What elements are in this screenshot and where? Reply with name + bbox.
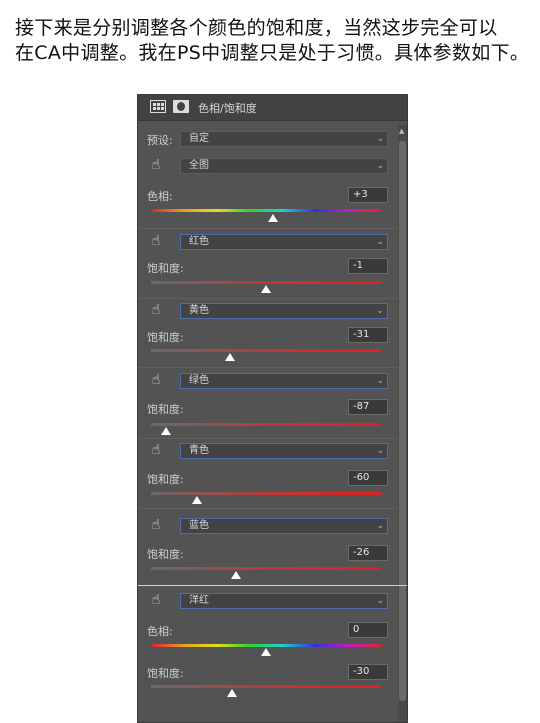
targeted-adjustment-hand-icon[interactable]: ☝ bbox=[147, 516, 165, 534]
targeted-adjustment-hand-icon[interactable]: ☝ bbox=[147, 441, 165, 459]
preset-label: 预设: bbox=[147, 134, 173, 147]
hue-saturation-panel: 色相/饱和度 ▲ 预设: 自定 ⌄ ☝ 全图 ⌄ 色相: +3 ☝ 红色 ⌄ 饱… bbox=[137, 94, 408, 723]
section-divider bbox=[138, 585, 407, 586]
channel-value: 黄色 bbox=[189, 305, 209, 316]
channel-dropdown-green[interactable]: 绿色 ⌄ bbox=[180, 373, 388, 389]
hue-slider-thumb[interactable] bbox=[267, 214, 278, 222]
targeted-adjustment-hand-icon[interactable]: ☝ bbox=[147, 156, 165, 174]
chevron-down-icon: ⌄ bbox=[376, 596, 384, 606]
section-divider bbox=[138, 228, 398, 229]
saturation-label: 饱和度: bbox=[147, 403, 184, 416]
saturation-slider-thumb[interactable] bbox=[192, 496, 202, 504]
saturation-value-input[interactable]: -31 bbox=[348, 327, 388, 343]
saturation-slider-track[interactable] bbox=[151, 423, 381, 426]
targeted-adjustment-hand-icon[interactable]: ☝ bbox=[147, 591, 165, 609]
saturation-value-input[interactable]: -26 bbox=[348, 545, 388, 561]
caption-line-1: 接下来是分别调整各个颜色的饱和度，当然这步完全可以 bbox=[15, 17, 498, 39]
channel-dropdown-cyan[interactable]: 青色 ⌄ bbox=[180, 443, 388, 459]
panel-scrollbar[interactable]: ▲ bbox=[398, 125, 407, 722]
targeted-adjustment-hand-icon[interactable]: ☝ bbox=[147, 371, 165, 389]
channel-value: 红色 bbox=[189, 236, 209, 247]
preset-dropdown[interactable]: 自定 ⌄ bbox=[180, 131, 388, 147]
hue-slider-thumb[interactable] bbox=[261, 648, 271, 656]
channel-dropdown-blue[interactable]: 蓝色 ⌄ bbox=[180, 518, 388, 534]
chevron-up-icon[interactable]: ▲ bbox=[399, 127, 404, 135]
section-divider bbox=[138, 508, 398, 509]
saturation-label: 饱和度: bbox=[147, 473, 184, 486]
targeted-adjustment-hand-icon[interactable]: ☝ bbox=[147, 232, 165, 250]
saturation-value-input[interactable]: -60 bbox=[348, 470, 388, 486]
channel-value: 蓝色 bbox=[189, 520, 209, 531]
panel-title: 色相/饱和度 bbox=[198, 102, 257, 115]
hue-value-input[interactable]: 0 bbox=[348, 622, 388, 638]
chevron-down-icon: ⌄ bbox=[376, 161, 384, 171]
saturation-label: 饱和度: bbox=[147, 548, 184, 561]
panel-titlebar: 色相/饱和度 bbox=[138, 95, 407, 121]
hue-label: 色相: bbox=[147, 190, 173, 203]
chevron-down-icon: ⌄ bbox=[376, 306, 384, 316]
hue-slider-track[interactable] bbox=[151, 209, 381, 212]
saturation-label: 饱和度: bbox=[147, 331, 184, 344]
channel-dropdown-magenta[interactable]: 洋红 ⌄ bbox=[180, 593, 388, 609]
chevron-down-icon: ⌄ bbox=[376, 134, 384, 144]
channel-value: 全图 bbox=[189, 160, 209, 171]
channel-dropdown-master[interactable]: 全图 ⌄ bbox=[180, 158, 388, 174]
saturation-value-input[interactable]: -1 bbox=[348, 258, 388, 274]
adjustment-layer-icon[interactable] bbox=[150, 100, 166, 113]
saturation-slider-track[interactable] bbox=[151, 281, 381, 284]
article-caption: 接下来是分别调整各个颜色的饱和度，当然这步完全可以 在CA中调整。我在PS中调整… bbox=[15, 16, 530, 66]
section-divider bbox=[138, 367, 398, 368]
layer-mask-icon[interactable] bbox=[173, 100, 189, 113]
hue-value-input[interactable]: +3 bbox=[348, 187, 388, 203]
saturation-slider-track[interactable] bbox=[151, 685, 381, 688]
channel-dropdown-yellow[interactable]: 黄色 ⌄ bbox=[180, 303, 388, 319]
hue-label: 色相: bbox=[147, 625, 173, 638]
saturation-slider-thumb[interactable] bbox=[226, 689, 237, 697]
caption-line-2: 在CA中调整。我在PS中调整只是处于习惯。具体参数如下。 bbox=[15, 42, 530, 64]
saturation-slider-track[interactable] bbox=[151, 492, 381, 495]
chevron-down-icon: ⌄ bbox=[376, 446, 384, 456]
saturation-slider-thumb[interactable] bbox=[225, 353, 236, 361]
hue-slider-track[interactable] bbox=[151, 644, 381, 647]
section-divider bbox=[138, 438, 398, 439]
channel-dropdown-red[interactable]: 红色 ⌄ bbox=[180, 234, 388, 250]
scrollbar-thumb[interactable] bbox=[399, 141, 406, 701]
saturation-slider-thumb[interactable] bbox=[261, 285, 271, 293]
saturation-slider-thumb[interactable] bbox=[160, 427, 171, 435]
saturation-label: 饱和度: bbox=[147, 262, 184, 275]
chevron-down-icon: ⌄ bbox=[376, 237, 384, 247]
targeted-adjustment-hand-icon[interactable]: ☝ bbox=[147, 301, 165, 319]
saturation-slider-track[interactable] bbox=[151, 349, 381, 352]
section-divider bbox=[138, 298, 398, 299]
channel-value: 绿色 bbox=[189, 375, 209, 386]
saturation-slider-track[interactable] bbox=[151, 567, 381, 570]
preset-value: 自定 bbox=[189, 133, 209, 144]
chevron-down-icon: ⌄ bbox=[376, 376, 384, 386]
saturation-label: 饱和度: bbox=[147, 667, 184, 680]
saturation-value-input[interactable]: -87 bbox=[348, 399, 388, 415]
channel-value: 青色 bbox=[189, 445, 209, 456]
saturation-slider-thumb[interactable] bbox=[231, 571, 242, 579]
saturation-value-input[interactable]: -30 bbox=[348, 664, 388, 680]
chevron-down-icon: ⌄ bbox=[376, 521, 384, 531]
channel-value: 洋红 bbox=[189, 595, 209, 606]
